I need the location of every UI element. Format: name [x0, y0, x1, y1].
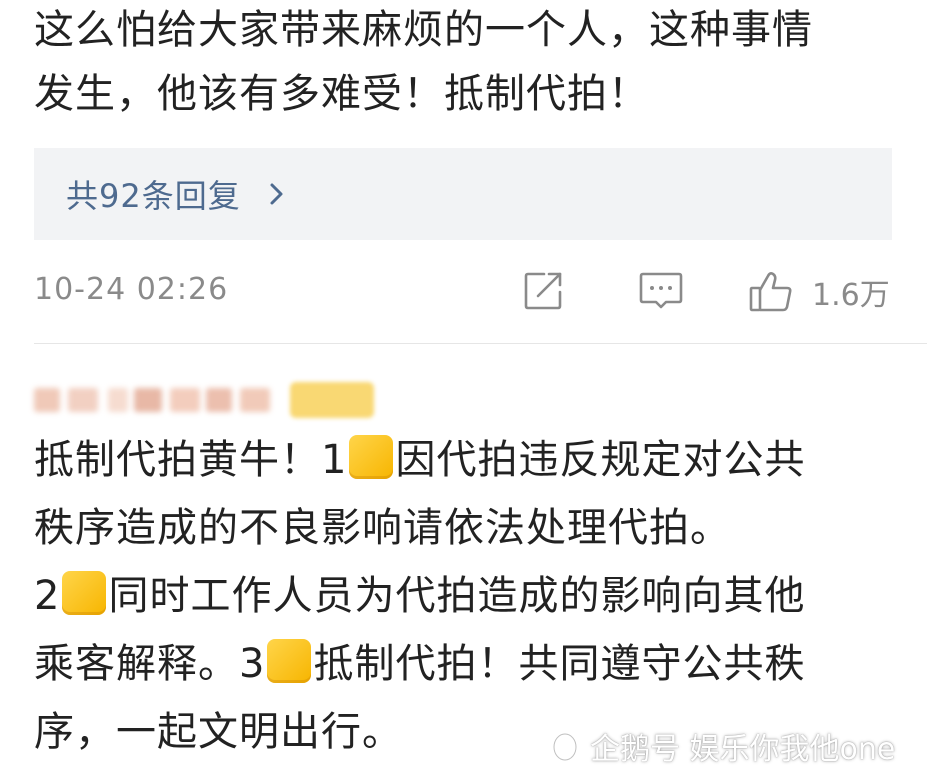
watermark: 企鹅号 娱乐你我他one: [548, 724, 895, 768]
emoji-icon: [62, 571, 107, 615]
comment-text-line: 这么怕给大家带来麻烦的一个人，这种事情: [34, 7, 813, 53]
share-icon: [524, 272, 562, 310]
comment-timestamp: 10-24 02:26: [34, 272, 229, 307]
comment-text-line: 2 同时工作人员为代拍造成的影响向其他: [34, 562, 894, 630]
emoji-icon: [349, 435, 394, 479]
comment-text-line: 秩序造成的不良影响请依法处理代拍。: [34, 505, 731, 551]
like-button[interactable]: 1.6万: [748, 270, 890, 314]
comment-text-segment: 乘客解释。3: [34, 641, 266, 687]
comment-text-segment: 同时工作人员为代拍造成的影响向其他: [108, 573, 806, 619]
view-replies-button[interactable]: 共92条回复: [34, 148, 892, 240]
share-button[interactable]: [522, 270, 566, 316]
comment-button[interactable]: [638, 270, 684, 316]
like-count: 1.6万: [812, 278, 890, 313]
comment-text-segment: 抵制代拍黄牛！1: [34, 437, 348, 483]
username-blurred[interactable]: [34, 378, 374, 422]
comment-text-segment: 2: [34, 573, 61, 619]
chevron-right-icon: [270, 183, 283, 205]
watermark-text: 企鹅号 娱乐你我他one: [590, 732, 896, 767]
comment-body-top: 这么怕给大家带来麻烦的一个人，这种事情 发生，他该有多难受！抵制代拍！: [34, 0, 894, 128]
comment-meta-row: 10-24 02:26 1.6万: [34, 262, 894, 322]
comment-text-segment: 因代拍违反规定对公共: [395, 437, 806, 483]
comment-body-second: 抵制代拍黄牛！1 因代拍违反规定对公共 秩序造成的不良影响请依法处理代拍。 2 同时…: [34, 426, 894, 766]
replies-count-label: 共92条回复: [66, 177, 241, 215]
divider: [34, 343, 927, 344]
comment-text-line: 发生，他该有多难受！抵制代拍！: [34, 71, 649, 117]
comment-text-segment: 抵制代拍！共同遵守公共秩: [313, 641, 806, 687]
penguin-logo-icon: [552, 732, 578, 762]
comment-icon: [639, 272, 683, 309]
user-badge: [290, 382, 374, 418]
thumbs-up-icon: [749, 272, 792, 312]
comment-text-line: 乘客解释。3 抵制代拍！共同遵守公共秩: [34, 630, 894, 698]
comment-text-line: 抵制代拍黄牛！1 因代拍违反规定对公共: [34, 426, 894, 494]
emoji-icon: [267, 639, 312, 683]
